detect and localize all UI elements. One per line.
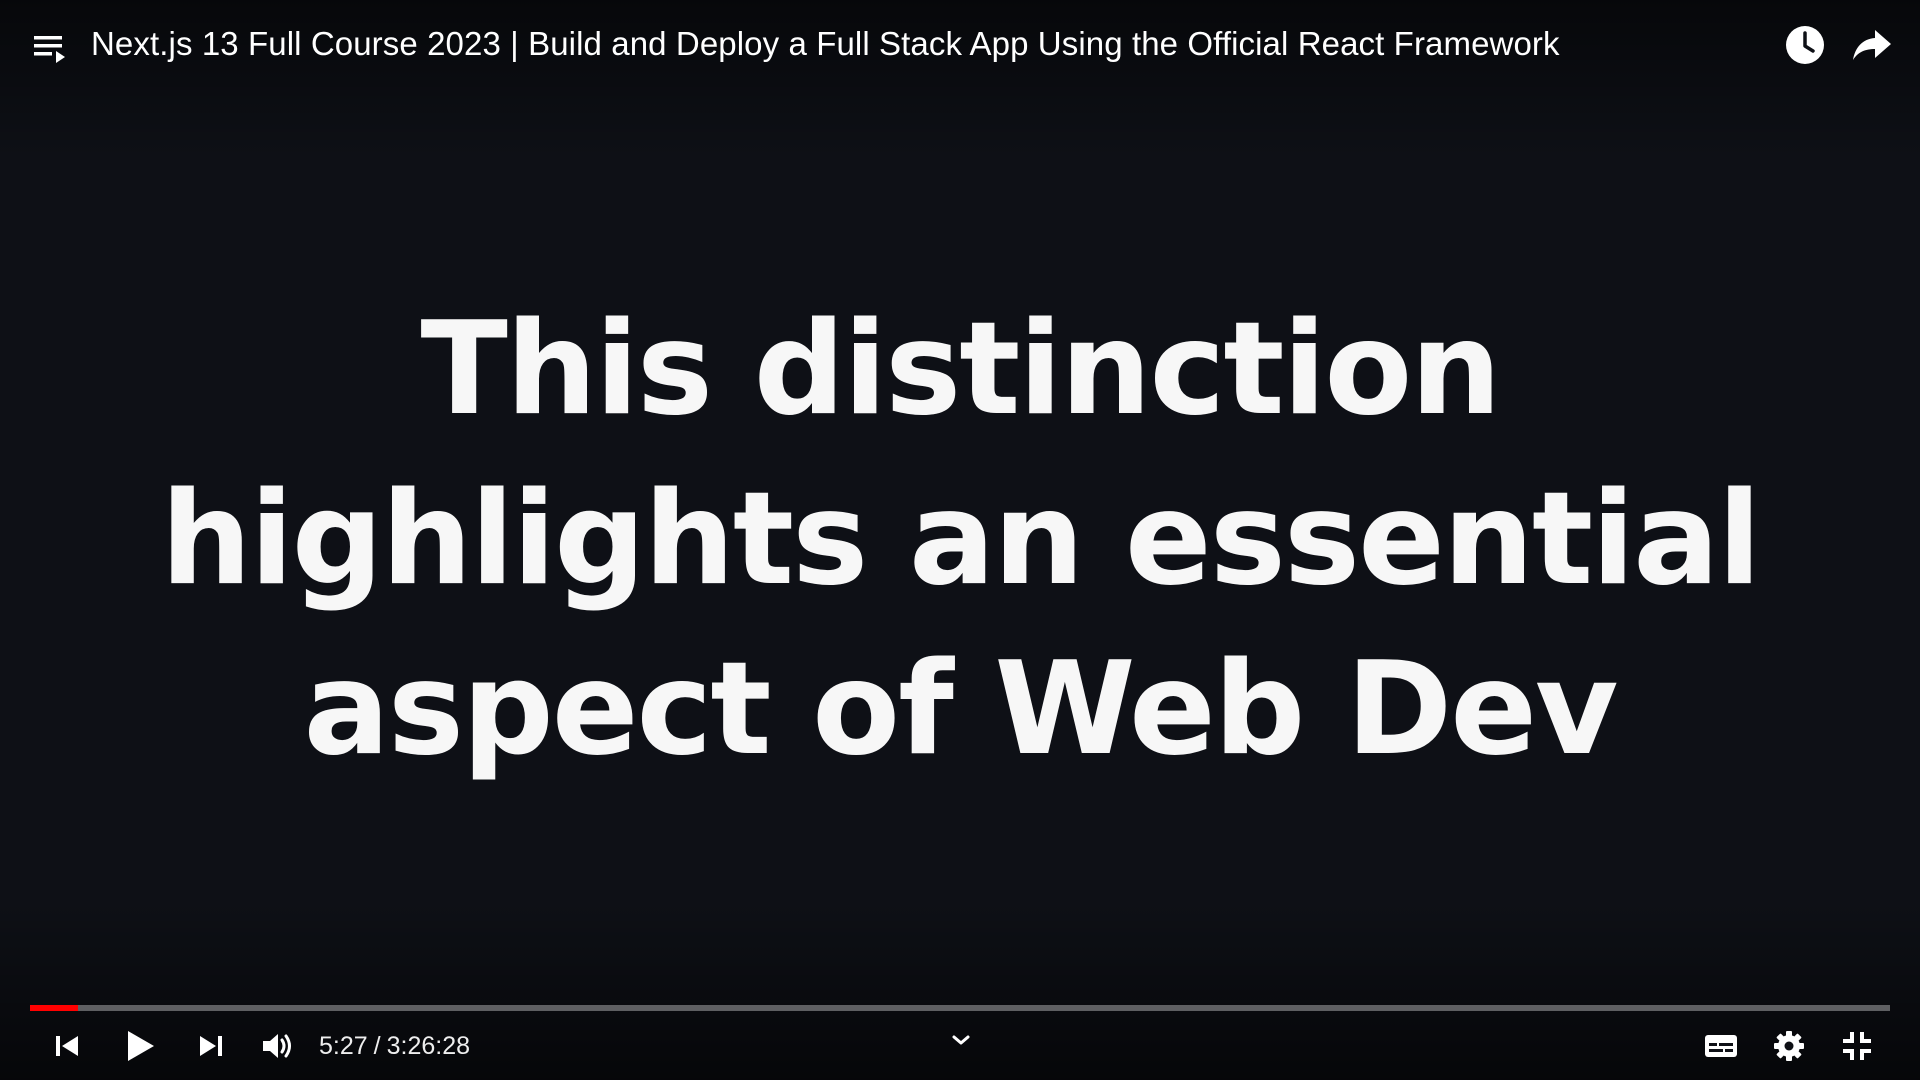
play-button[interactable] (116, 1020, 164, 1072)
chevron-down-button[interactable] (942, 1014, 980, 1066)
time-display: 5:27/3:26:28 (319, 1026, 470, 1066)
playlist-button[interactable] (28, 26, 72, 70)
watch-later-icon (1784, 24, 1826, 66)
progress-track (30, 1005, 1890, 1011)
video-player[interactable]: Next.js 13 Full Course 2023 | Build and … (0, 0, 1920, 1080)
slide-line-2: highlights an essential (160, 465, 1762, 614)
slide-line-1: This distinction (420, 295, 1502, 444)
video-title[interactable]: Next.js 13 Full Course 2023 | Build and … (91, 20, 1560, 68)
watch-later-button[interactable] (1780, 20, 1830, 70)
exit-fullscreen-button[interactable] (1834, 1020, 1880, 1072)
volume-button[interactable] (256, 1020, 300, 1072)
subtitles-button[interactable] (1698, 1020, 1744, 1072)
progress-bar[interactable] (30, 1003, 1890, 1013)
slide-line-3: aspect of Web Dev (303, 635, 1619, 784)
current-time: 5:27 (319, 1032, 368, 1060)
share-icon (1851, 27, 1893, 63)
control-bar (0, 1020, 1920, 1072)
previous-button[interactable] (46, 1020, 88, 1072)
chevron-down-icon (950, 1032, 972, 1048)
previous-icon (53, 1032, 81, 1060)
video-frame-caption: This distinction highlights an essential… (0, 285, 1920, 795)
settings-icon (1773, 1030, 1805, 1062)
share-button[interactable] (1846, 20, 1898, 70)
time-separator: / (373, 1032, 381, 1060)
play-icon (124, 1029, 156, 1063)
next-icon (197, 1032, 225, 1060)
duration: 3:26:28 (386, 1032, 471, 1060)
playlist-icon (32, 32, 68, 64)
exit-fullscreen-icon (1841, 1030, 1873, 1062)
top-bar: Next.js 13 Full Course 2023 | Build and … (0, 0, 1920, 90)
next-button[interactable] (190, 1020, 232, 1072)
volume-icon (261, 1031, 295, 1061)
settings-button[interactable] (1766, 1020, 1812, 1072)
subtitles-icon (1703, 1032, 1739, 1060)
progress-played (30, 1005, 79, 1011)
